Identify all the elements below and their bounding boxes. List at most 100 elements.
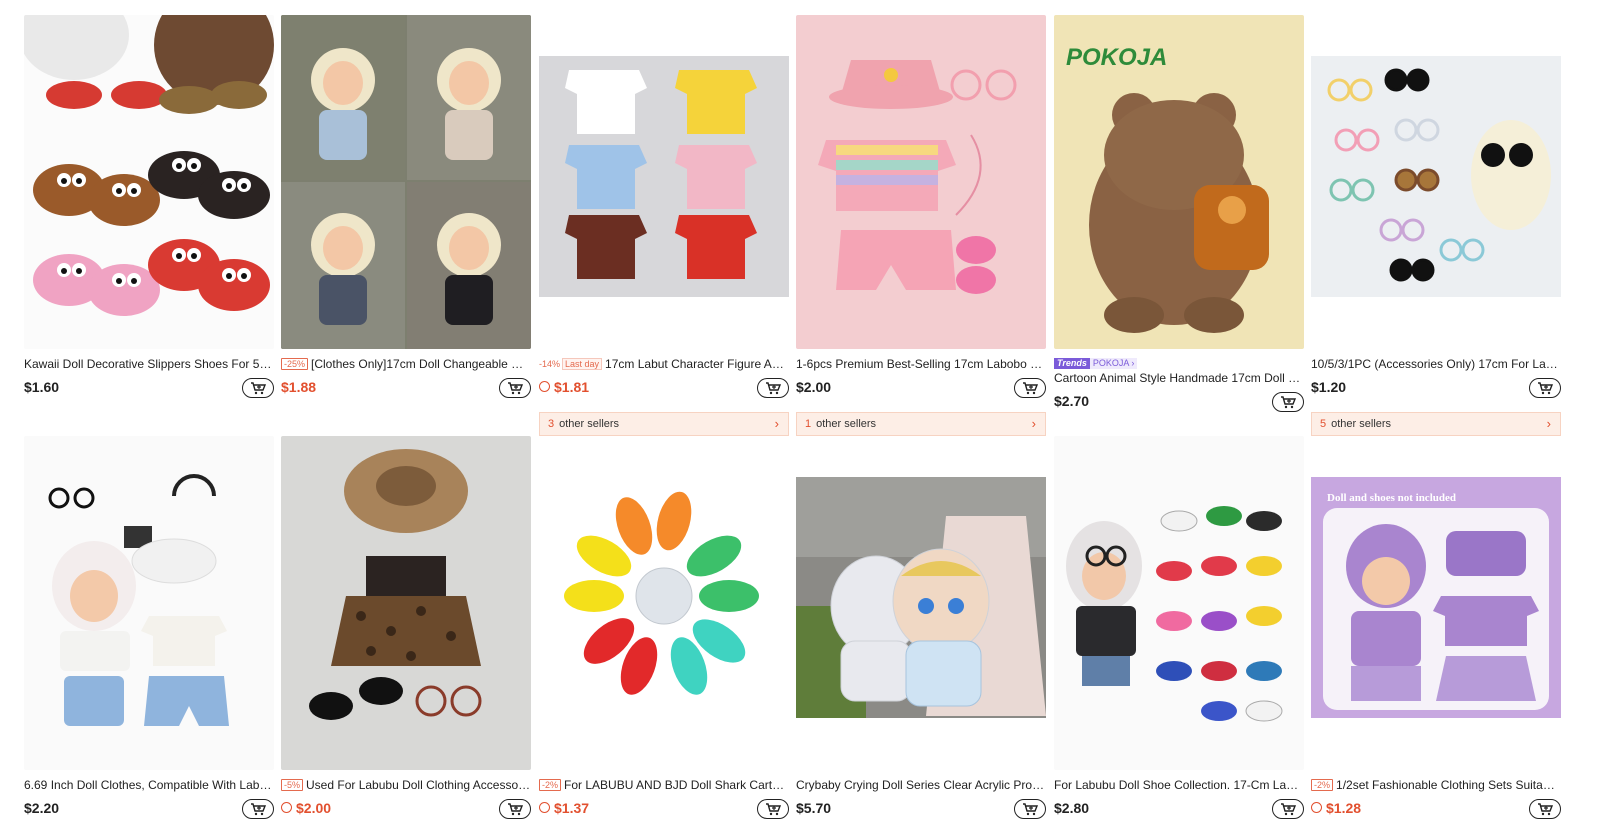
- product-price: $1.28: [1311, 800, 1361, 816]
- clock-icon: [281, 802, 292, 813]
- product-title[interactable]: 6.69 Inch Doll Clothes, Compatible With …: [24, 778, 274, 792]
- add-to-cart-icon[interactable]: [1529, 378, 1561, 398]
- price-row: $2.70: [1054, 392, 1304, 414]
- title-text[interactable]: 17cm Labut Character Figure Acc...: [605, 357, 789, 371]
- price-row: $1.60: [24, 378, 274, 400]
- title-text[interactable]: 6.69 Inch Doll Clothes, Compatible With …: [24, 778, 274, 792]
- product-title[interactable]: -14% Last day 17cm Labut Character Figure …: [539, 357, 789, 371]
- title-text[interactable]: For LABUBU AND BJD Doll Shark Cartoon...: [564, 778, 789, 792]
- product-title[interactable]: For Labubu Doll Shoe Collection. 17-Cm L…: [1054, 778, 1304, 792]
- add-to-cart-icon[interactable]: [1272, 392, 1304, 412]
- sellers-label: other sellers: [816, 418, 877, 430]
- product-title[interactable]: 10/5/3/1PC (Accessories Only) 17cm For L…: [1311, 357, 1561, 371]
- product-price: $2.00: [281, 800, 331, 816]
- product-image[interactable]: [1054, 436, 1304, 770]
- product-card[interactable]: Crybaby Crying Doll Series Clear Acrylic…: [796, 436, 1046, 821]
- clock-icon: [539, 381, 550, 392]
- product-image[interactable]: [539, 15, 789, 349]
- store-link[interactable]: POKOJA ›: [1089, 358, 1138, 369]
- product-title[interactable]: Kawaii Doll Decorative Slippers Shoes Fo…: [24, 357, 274, 371]
- product-image[interactable]: [281, 436, 531, 770]
- product-card[interactable]: -2% For LABUBU AND BJD Doll Shark Cartoon…: [539, 436, 789, 821]
- product-image[interactable]: [24, 436, 274, 770]
- product-title[interactable]: -5% Used For Labubu Doll Clothing Accesso…: [281, 778, 531, 792]
- add-to-cart-icon[interactable]: [1529, 799, 1561, 819]
- other-sellers-button[interactable]: 1 other sellers ›: [796, 412, 1046, 436]
- product-card[interactable]: 10/5/3/1PC (Accessories Only) 17cm For L…: [1311, 15, 1561, 436]
- price-value: $1.37: [554, 800, 590, 816]
- add-to-cart-icon[interactable]: [242, 799, 274, 819]
- product-price: $5.70: [796, 800, 832, 816]
- price-row: $1.28: [1311, 799, 1561, 821]
- add-to-cart-icon[interactable]: [757, 378, 789, 398]
- product-title[interactable]: Cartoon Animal Style Handmade 17cm Doll …: [1054, 371, 1304, 385]
- product-title[interactable]: Crybaby Crying Doll Series Clear Acrylic…: [796, 778, 1046, 792]
- store-name[interactable]: POKOJA: [1093, 358, 1129, 368]
- product-card[interactable]: 1-6pcs Premium Best-Selling 17cm Labobo …: [796, 15, 1046, 436]
- product-image[interactable]: [796, 436, 1046, 770]
- title-text[interactable]: Crybaby Crying Doll Series Clear Acrylic…: [796, 778, 1046, 792]
- product-card[interactable]: -5% Used For Labubu Doll Clothing Accesso…: [281, 436, 531, 821]
- add-to-cart-icon[interactable]: [1014, 378, 1046, 398]
- product-price: $1.88: [281, 379, 317, 395]
- clock-icon: [539, 802, 550, 813]
- price-row: $1.81: [539, 378, 789, 400]
- pokoja-logo: POKOJA: [1066, 44, 1167, 71]
- product-price: $1.81: [539, 379, 589, 395]
- product-card[interactable]: POKOJA Trends POKOJA › Cartoon Animal Sty…: [1054, 15, 1304, 414]
- product-image[interactable]: [796, 15, 1046, 349]
- product-title[interactable]: -2% For LABUBU AND BJD Doll Shark Cartoon…: [539, 778, 789, 792]
- title-text[interactable]: For Labubu Doll Shoe Collection. 17-Cm L…: [1054, 778, 1304, 792]
- discount-badge: -25%: [281, 358, 309, 370]
- other-sellers-button[interactable]: 5 other sellers ›: [1311, 412, 1561, 436]
- clock-icon: [1311, 802, 1322, 813]
- product-title[interactable]: -25% [Clothes Only]17cm Doll Changeable O…: [281, 357, 531, 371]
- title-text[interactable]: Used For Labubu Doll Clothing Accessorie…: [306, 778, 531, 792]
- product-image[interactable]: Doll and shoes not included: [1311, 436, 1561, 770]
- product-image[interactable]: POKOJA: [1054, 15, 1304, 349]
- product-card[interactable]: Kawaii Doll Decorative Slippers Shoes Fo…: [24, 15, 274, 400]
- price-row: $2.20: [24, 799, 274, 821]
- add-to-cart-icon[interactable]: [499, 799, 531, 819]
- add-to-cart-icon[interactable]: [1014, 799, 1046, 819]
- product-price: $1.60: [24, 379, 60, 395]
- price-row: $1.20: [1311, 378, 1561, 400]
- product-title[interactable]: 1-6pcs Premium Best-Selling 17cm Labobo …: [796, 357, 1046, 371]
- product-price: $2.00: [796, 379, 832, 395]
- product-image[interactable]: [1311, 15, 1561, 349]
- product-card[interactable]: Doll and shoes not included -2% 1/2set Fa…: [1311, 436, 1561, 821]
- product-grid: Kawaii Doll Decorative Slippers Shoes Fo…: [0, 0, 1622, 832]
- product-title[interactable]: -2% 1/2set Fashionable Clothing Sets Suit…: [1311, 778, 1561, 792]
- price-row: $2.80: [1054, 799, 1304, 821]
- title-text[interactable]: 1-6pcs Premium Best-Selling 17cm Labobo …: [796, 357, 1046, 371]
- product-image[interactable]: [539, 436, 789, 770]
- title-text[interactable]: [Clothes Only]17cm Doll Changeable Out..…: [311, 357, 531, 371]
- price-row: $5.70: [796, 799, 1046, 821]
- title-text[interactable]: 10/5/3/1PC (Accessories Only) 17cm For L…: [1311, 357, 1561, 371]
- add-to-cart-icon[interactable]: [1272, 799, 1304, 819]
- product-price: $1.20: [1311, 379, 1347, 395]
- chevron-right-icon: ›: [1031, 416, 1036, 431]
- product-price: $2.70: [1054, 393, 1090, 409]
- add-to-cart-icon[interactable]: [499, 378, 531, 398]
- product-image[interactable]: [281, 15, 531, 349]
- sellers-count: 5: [1320, 418, 1327, 430]
- title-text[interactable]: 1/2set Fashionable Clothing Sets Suitabl…: [1336, 778, 1561, 792]
- product-card[interactable]: For Labubu Doll Shoe Collection. 17-Cm L…: [1054, 436, 1304, 821]
- discount-badge: -2%: [1311, 779, 1334, 791]
- sellers-label: other sellers: [1331, 418, 1392, 430]
- price-value: $2.00: [296, 800, 332, 816]
- other-sellers-button[interactable]: 3 other sellers ›: [539, 412, 789, 436]
- add-to-cart-icon[interactable]: [757, 799, 789, 819]
- add-to-cart-icon[interactable]: [242, 378, 274, 398]
- product-card[interactable]: -25% [Clothes Only]17cm Doll Changeable O…: [281, 15, 531, 400]
- price-value: $1.81: [554, 379, 590, 395]
- product-card[interactable]: 6.69 Inch Doll Clothes, Compatible With …: [24, 436, 274, 821]
- price-row: $2.00: [796, 378, 1046, 400]
- sellers-label: other sellers: [559, 418, 620, 430]
- banner-text: Doll and shoes not included: [1327, 492, 1456, 504]
- product-image[interactable]: [24, 15, 274, 349]
- title-text[interactable]: Cartoon Animal Style Handmade 17cm Doll …: [1054, 371, 1304, 385]
- title-text[interactable]: Kawaii Doll Decorative Slippers Shoes Fo…: [24, 357, 274, 371]
- product-card[interactable]: -14% Last day 17cm Labut Character Figure …: [539, 15, 789, 436]
